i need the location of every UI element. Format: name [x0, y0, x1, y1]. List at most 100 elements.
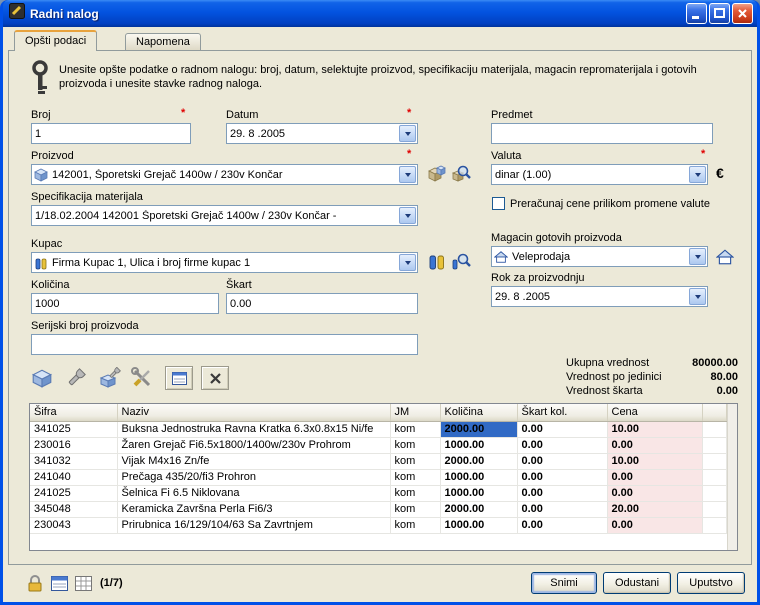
rok-dropdown-button[interactable]: [689, 288, 706, 305]
house-icon[interactable]: [714, 246, 736, 268]
preracunaj-checkbox[interactable]: [492, 197, 505, 210]
cell-jm[interactable]: kom: [390, 421, 440, 437]
search-product-icon[interactable]: [450, 163, 472, 185]
cell-jm[interactable]: kom: [390, 501, 440, 517]
valuta-dropdown-button[interactable]: [689, 166, 706, 183]
rok-combo[interactable]: 29. 8 .2005: [491, 286, 708, 307]
lock-icon[interactable]: [25, 573, 45, 593]
specifikacija-dropdown-button[interactable]: [399, 207, 416, 224]
search-customer-icon[interactable]: [450, 251, 472, 273]
grid-icon[interactable]: [73, 573, 93, 593]
specifikacija-combo[interactable]: 1/18.02.2004 142001 Šporetski Grejač 140…: [31, 205, 418, 226]
cell-sifra[interactable]: 341025: [30, 421, 117, 437]
boxes-icon[interactable]: [426, 163, 448, 185]
column-header-kolicina[interactable]: Količina: [440, 404, 517, 421]
cell-skart-kol[interactable]: 0.00: [517, 517, 607, 533]
table-row[interactable]: 345048 Keramicka Završna Perla Fi6/3 kom…: [30, 501, 727, 517]
broj-input[interactable]: [31, 123, 191, 144]
uputstvo-button[interactable]: Uputstvo: [677, 572, 745, 594]
table-row[interactable]: 341032 Vijak M4x16 Zn/fe kom 2000.00 0.0…: [30, 453, 727, 469]
snimi-button[interactable]: Snimi: [531, 572, 597, 594]
proizvod-combo[interactable]: 142001, Šporetski Grejač 1400w / 230v Ko…: [31, 164, 418, 185]
cell-skart-kol[interactable]: 0.00: [517, 453, 607, 469]
product-cube-icon[interactable]: [29, 365, 55, 391]
cell-skart-kol[interactable]: 0.00: [517, 437, 607, 453]
kupac-combo[interactable]: Firma Kupac 1, Ulica i broj firme kupac …: [31, 252, 418, 273]
cell-skart-kol[interactable]: 0.00: [517, 501, 607, 517]
odustani-button[interactable]: Odustani: [603, 572, 671, 594]
cell-sifra[interactable]: 341032: [30, 453, 117, 469]
cell-jm[interactable]: kom: [390, 485, 440, 501]
items-icon[interactable]: [426, 251, 448, 273]
cell-cena[interactable]: 0.00: [607, 485, 702, 501]
close-button[interactable]: [732, 3, 753, 24]
maximize-button[interactable]: [709, 3, 730, 24]
cell-sifra[interactable]: 241040: [30, 469, 117, 485]
column-header-sifra[interactable]: Šifra: [30, 404, 117, 421]
kolicina-input[interactable]: [31, 293, 219, 314]
cell-jm[interactable]: kom: [390, 437, 440, 453]
cell-kolicina[interactable]: 1000.00: [440, 517, 517, 533]
titlebar[interactable]: Radni nalog: [3, 0, 757, 27]
valuta-combo[interactable]: dinar (1.00): [491, 164, 708, 185]
cell-naziv[interactable]: Keramicka Završna Perla Fi6/3: [117, 501, 390, 517]
cell-sifra[interactable]: 230016: [30, 437, 117, 453]
chevron-down-icon: [695, 255, 701, 259]
table-scrollbar[interactable]: [727, 404, 737, 550]
form-icon[interactable]: [49, 573, 69, 593]
cell-kolicina[interactable]: 1000.00: [440, 437, 517, 453]
datum-combo[interactable]: 29. 8 .2005: [226, 123, 418, 144]
wrench-icon[interactable]: [63, 365, 89, 391]
cell-naziv[interactable]: Vijak M4x16 Zn/fe: [117, 453, 390, 469]
serijski-input[interactable]: [31, 334, 418, 355]
tab-opsti-podaci[interactable]: Opšti podaci: [14, 30, 97, 51]
table-row[interactable]: 341025 Buksna Jednostruka Ravna Kratka 6…: [30, 421, 727, 437]
column-header-cena[interactable]: Cena: [607, 404, 702, 421]
minimize-button[interactable]: [686, 3, 707, 24]
cell-naziv[interactable]: Prirubnica 16/129/104/63 Sa Zavrtnjem: [117, 517, 390, 533]
assembly-icon[interactable]: [97, 365, 123, 391]
cell-naziv[interactable]: Šelnica Fi 6.5 Niklovana: [117, 485, 390, 501]
datum-dropdown-button[interactable]: [399, 125, 416, 142]
tools-icon[interactable]: [129, 365, 155, 391]
cell-sifra[interactable]: 241025: [30, 485, 117, 501]
cell-naziv[interactable]: Žaren Grejač Fi6.5x1800/1400w/230v Prohr…: [117, 437, 390, 453]
worksheet-button[interactable]: [165, 366, 193, 390]
cell-cena[interactable]: 0.00: [607, 469, 702, 485]
cell-sifra[interactable]: 345048: [30, 501, 117, 517]
kupac-dropdown-button[interactable]: [399, 254, 416, 271]
delete-button[interactable]: [201, 366, 229, 390]
cell-naziv[interactable]: Buksna Jednostruka Ravna Kratka 6.3x0.8x…: [117, 421, 390, 437]
cell-skart-kol[interactable]: 0.00: [517, 485, 607, 501]
cell-kolicina-selected[interactable]: 2000.00: [440, 421, 517, 437]
cell-cena[interactable]: 0.00: [607, 517, 702, 533]
cell-naziv[interactable]: Prečaga 435/20/fi3 Prohron: [117, 469, 390, 485]
skart-input[interactable]: [226, 293, 418, 314]
column-header-jm[interactable]: JM: [390, 404, 440, 421]
table-row[interactable]: 230043 Prirubnica 16/129/104/63 Sa Zavrt…: [30, 517, 727, 533]
cell-cena[interactable]: 10.00: [607, 453, 702, 469]
cell-skart-kol[interactable]: 0.00: [517, 421, 607, 437]
magacin-dropdown-button[interactable]: [689, 248, 706, 265]
table-row[interactable]: 241025 Šelnica Fi 6.5 Niklovana kom 1000…: [30, 485, 727, 501]
cell-kolicina[interactable]: 1000.00: [440, 469, 517, 485]
column-header-naziv[interactable]: Naziv: [117, 404, 390, 421]
cell-cena[interactable]: 0.00: [607, 437, 702, 453]
cell-kolicina[interactable]: 2000.00: [440, 501, 517, 517]
column-header-skart-kol[interactable]: Škart kol.: [517, 404, 607, 421]
cell-sifra[interactable]: 230043: [30, 517, 117, 533]
table-row[interactable]: 230016 Žaren Grejač Fi6.5x1800/1400w/230…: [30, 437, 727, 453]
tab-napomena[interactable]: Napomena: [125, 33, 201, 51]
predmet-input[interactable]: [491, 123, 713, 144]
magacin-combo[interactable]: Veleprodaja: [491, 246, 708, 267]
table-row[interactable]: 241040 Prečaga 435/20/fi3 Prohron kom 10…: [30, 469, 727, 485]
cell-cena[interactable]: 10.00: [607, 421, 702, 437]
cell-kolicina[interactable]: 1000.00: [440, 485, 517, 501]
cell-jm[interactable]: kom: [390, 517, 440, 533]
cell-jm[interactable]: kom: [390, 469, 440, 485]
cell-kolicina[interactable]: 2000.00: [440, 453, 517, 469]
cell-cena[interactable]: 20.00: [607, 501, 702, 517]
cell-skart-kol[interactable]: 0.00: [517, 469, 607, 485]
proizvod-dropdown-button[interactable]: [399, 166, 416, 183]
cell-jm[interactable]: kom: [390, 453, 440, 469]
